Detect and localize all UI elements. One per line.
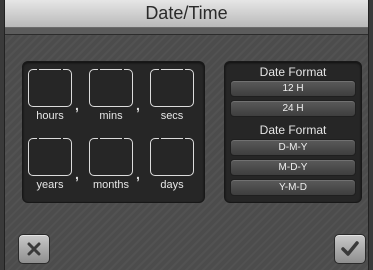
- secs-field[interactable]: [150, 68, 194, 107]
- format-ymd-button[interactable]: Y-M-D: [230, 179, 356, 196]
- date-time-input-panel: , , hours mins secs , , years months day…: [22, 61, 205, 203]
- time-format-heading: Date Format: [259, 65, 327, 79]
- title-divider: [5, 28, 368, 35]
- months-label: months: [92, 179, 130, 191]
- format-panel: Date Format 12 H 24 H Date Format D-M-Y …: [224, 61, 362, 203]
- format-24h-button[interactable]: 24 H: [230, 100, 356, 117]
- months-field[interactable]: [89, 137, 133, 176]
- title-bar: Date/Time: [5, 0, 368, 28]
- cancel-button[interactable]: [18, 234, 50, 264]
- hours-field[interactable]: [28, 68, 72, 107]
- years-label: years: [36, 179, 64, 191]
- format-12h-button[interactable]: 12 H: [230, 80, 356, 97]
- secs-label: secs: [160, 110, 184, 122]
- years-field[interactable]: [28, 137, 72, 176]
- format-mdy-button[interactable]: M-D-Y: [230, 159, 356, 176]
- confirm-button[interactable]: [334, 234, 366, 264]
- days-label: days: [160, 179, 184, 191]
- date-format-heading: Date Format: [259, 123, 327, 137]
- format-dmy-button[interactable]: D-M-Y: [230, 139, 356, 156]
- window-title: Date/Time: [145, 3, 228, 23]
- mins-label: mins: [99, 110, 123, 122]
- hours-label: hours: [36, 110, 64, 122]
- close-icon: [27, 242, 41, 256]
- mins-field[interactable]: [89, 68, 133, 107]
- checkmark-icon: [341, 241, 359, 256]
- days-field[interactable]: [150, 137, 194, 176]
